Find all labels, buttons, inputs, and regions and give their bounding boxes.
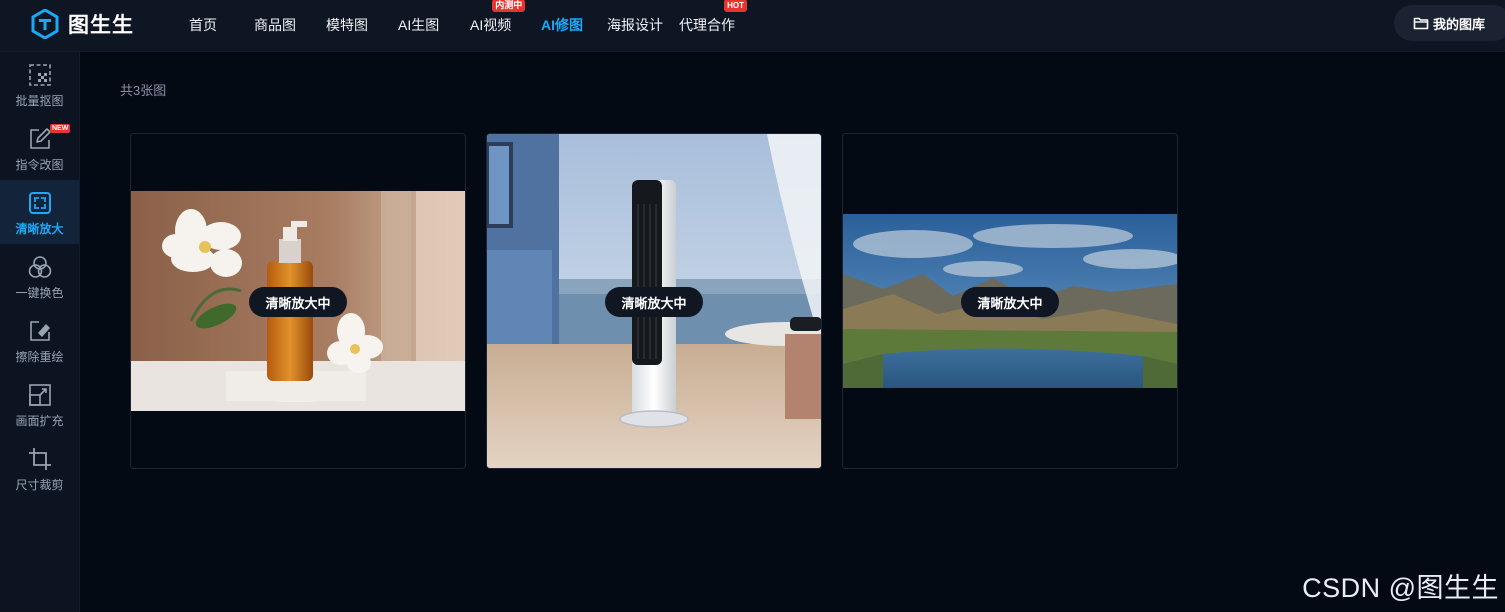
upscaling-status: 清晰放大中 xyxy=(605,287,703,317)
sidebar-item-label: 一键换色 xyxy=(15,286,64,300)
image-count: 共3张图 xyxy=(120,83,167,98)
color-circles-icon xyxy=(28,256,51,278)
folder-icon xyxy=(1413,17,1429,30)
sidebar-item-label: 批量抠图 xyxy=(15,94,64,108)
sidebar-item-label: 擦除重绘 xyxy=(15,350,64,364)
tool-sidebar: 批量抠图 NEW 指令改图 清晰放大 一键换色 擦除重绘 画面扩充 尺寸裁剪 xyxy=(0,52,80,612)
sidebar-item-batch-cutout[interactable]: 批量抠图 xyxy=(0,52,79,116)
upscale-frame-icon xyxy=(28,192,51,214)
upscaling-status: 清晰放大中 xyxy=(249,287,347,317)
batch-cutout-icon xyxy=(28,64,51,86)
expand-canvas-icon xyxy=(28,384,51,406)
image-card[interactable]: 清晰放大中 xyxy=(486,133,822,469)
my-gallery-label: 我的图库 xyxy=(1432,16,1485,32)
sidebar-item-crop[interactable]: 尺寸裁剪 xyxy=(0,436,79,500)
logo-icon xyxy=(31,9,59,39)
beta-badge: 内测中 xyxy=(492,0,526,12)
nav-item-home[interactable]: 首页 xyxy=(189,15,217,35)
sidebar-item-upscale[interactable]: 清晰放大 xyxy=(0,180,79,244)
my-gallery-button[interactable]: 我的图库 xyxy=(1393,5,1505,41)
nav-item-ai-image[interactable]: AI生图 xyxy=(398,15,439,35)
csdn-watermark: CSDN @图生生 xyxy=(1302,573,1499,603)
nav-item-ai-retouch[interactable]: AI修图 xyxy=(541,15,583,35)
image-card[interactable]: 清晰放大中 xyxy=(130,133,466,469)
top-bar: 图生生 首页 商品图 模特图 AI生图 AI视频 内测中 AI修图 海报设计 代理… xyxy=(0,0,1505,52)
sidebar-item-recolor[interactable]: 一键换色 xyxy=(0,244,79,308)
sidebar-item-label: 尺寸裁剪 xyxy=(15,478,64,492)
crop-icon xyxy=(28,448,51,470)
brand-name: 图生生 xyxy=(68,14,134,37)
eraser-icon xyxy=(29,321,50,341)
upscaling-status: 清晰放大中 xyxy=(961,287,1059,317)
image-card[interactable]: 清晰放大中 xyxy=(842,133,1178,469)
edit-pen-icon xyxy=(29,128,51,149)
hot-badge: HOT xyxy=(724,0,747,12)
nav-item-product[interactable]: 商品图 xyxy=(254,15,296,35)
nav-item-partner[interactable]: 代理合作 HOT xyxy=(679,0,747,35)
new-badge: NEW xyxy=(50,124,71,133)
nav-item-poster[interactable]: 海报设计 xyxy=(607,15,663,35)
sidebar-item-erase[interactable]: 擦除重绘 xyxy=(0,308,79,372)
sidebar-item-expand[interactable]: 画面扩充 xyxy=(0,372,79,436)
sidebar-item-instruct-edit[interactable]: NEW 指令改图 xyxy=(0,116,79,180)
nav-item-ai-video[interactable]: AI视频 内测中 xyxy=(470,0,526,35)
brand-logo[interactable]: 图生生 xyxy=(30,8,134,40)
sidebar-item-label: 画面扩充 xyxy=(15,414,64,428)
sidebar-item-label: 指令改图 xyxy=(15,158,64,172)
nav-item-model[interactable]: 模特图 xyxy=(326,15,368,35)
sidebar-item-label: 清晰放大 xyxy=(15,222,64,236)
